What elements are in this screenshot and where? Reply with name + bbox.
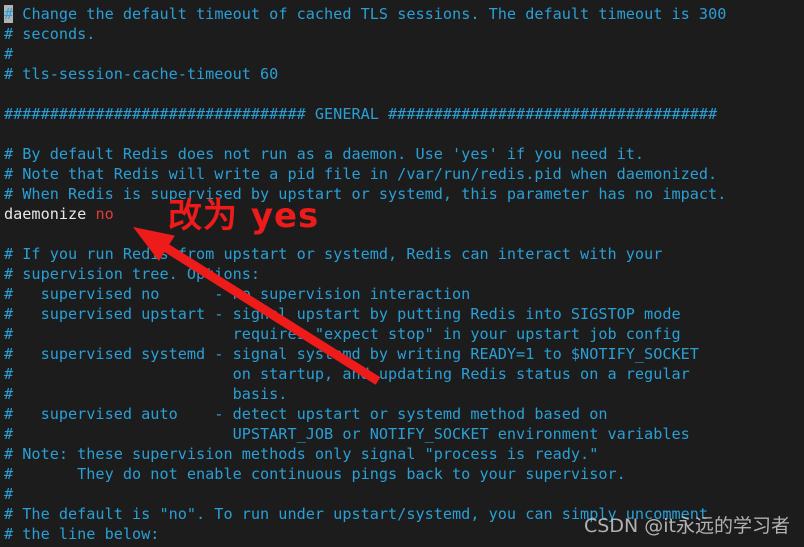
config-line[interactable]: # supervised systemd - signal systemd by… — [4, 344, 804, 364]
csdn-watermark: CSDN @it永远的学习者 — [584, 515, 790, 537]
config-line[interactable]: # tls-session-cache-timeout 60 — [4, 64, 804, 84]
config-line[interactable]: # They do not enable continuous pings ba… — [4, 464, 804, 484]
config-line[interactable]: # seconds. — [4, 24, 804, 44]
config-line[interactable] — [4, 224, 804, 244]
config-line-text: # If you run Redis from upstart or syste… — [4, 245, 663, 263]
config-line[interactable]: # Note: these supervision methods only s… — [4, 444, 804, 464]
config-line-text: # seconds. — [4, 25, 96, 43]
config-line[interactable]: daemonize no — [4, 204, 804, 224]
config-line[interactable]: # Note that Redis will write a pid file … — [4, 164, 804, 184]
config-line-text: # on startup, and updating Redis status … — [4, 365, 690, 383]
config-line-text: # They do not enable continuous pings ba… — [4, 465, 626, 483]
config-line-text: # — [4, 485, 14, 503]
config-line[interactable]: ################################# GENERA… — [4, 104, 804, 124]
config-line[interactable]: # By default Redis does not run as a dae… — [4, 144, 804, 164]
config-line[interactable] — [4, 84, 804, 104]
config-line-text: # supervised auto - detect upstart or sy… — [4, 405, 608, 423]
config-line[interactable]: # requires "expect stop" in your upstart… — [4, 324, 804, 344]
config-line[interactable]: # supervised upstart - signal upstart by… — [4, 304, 804, 324]
config-line-text: # supervised systemd - signal systemd by… — [4, 345, 699, 363]
config-line[interactable]: # supervision tree. Options: — [4, 264, 804, 284]
config-line[interactable]: # — [4, 44, 804, 64]
config-line-text: # Note that Redis will write a pid file … — [4, 165, 718, 183]
config-line[interactable]: # — [4, 484, 804, 504]
config-line-text: ################################# GENERA… — [4, 105, 718, 123]
config-line-text: # — [4, 45, 14, 63]
config-line-text: # UPSTART_JOB or NOTIFY_SOCKET environme… — [4, 425, 690, 443]
config-line-text: # requires "expect stop" in your upstart… — [4, 325, 681, 343]
config-line-text: Change the default timeout of cached TLS… — [13, 5, 727, 23]
config-file-text[interactable]: # Change the default timeout of cached T… — [0, 0, 804, 547]
config-line[interactable]: # When Redis is supervised by upstart or… — [4, 184, 804, 204]
config-line[interactable] — [4, 124, 804, 144]
config-line-text: # the line below: — [4, 525, 160, 543]
config-line[interactable]: # supervised auto - detect upstart or sy… — [4, 404, 804, 424]
config-line-text: # When Redis is supervised by upstart or… — [4, 185, 727, 203]
config-line[interactable]: # UPSTART_JOB or NOTIFY_SOCKET environme… — [4, 424, 804, 444]
config-line-text: # supervised no - no supervision interac… — [4, 285, 471, 303]
text-cursor: # — [4, 5, 14, 23]
config-line-text: # Note: these supervision methods only s… — [4, 445, 599, 463]
config-line[interactable]: # Change the default timeout of cached T… — [4, 4, 804, 24]
config-line-text: # By default Redis does not run as a dae… — [4, 145, 645, 163]
config-line[interactable]: # supervised no - no supervision interac… — [4, 284, 804, 304]
config-line-text: # supervision tree. Options: — [4, 265, 261, 283]
config-line[interactable]: # basis. — [4, 384, 804, 404]
config-line-text: # tls-session-cache-timeout 60 — [4, 65, 279, 83]
config-line[interactable]: # If you run Redis from upstart or syste… — [4, 244, 804, 264]
config-line-text: # supervised upstart - signal upstart by… — [4, 305, 681, 323]
config-directive-key: daemonize — [4, 205, 87, 223]
terminal-screen: # Change the default timeout of cached T… — [0, 0, 804, 547]
config-line-text: # basis. — [4, 385, 288, 403]
config-directive-value: no — [95, 205, 114, 223]
config-line[interactable]: # on startup, and updating Redis status … — [4, 364, 804, 384]
